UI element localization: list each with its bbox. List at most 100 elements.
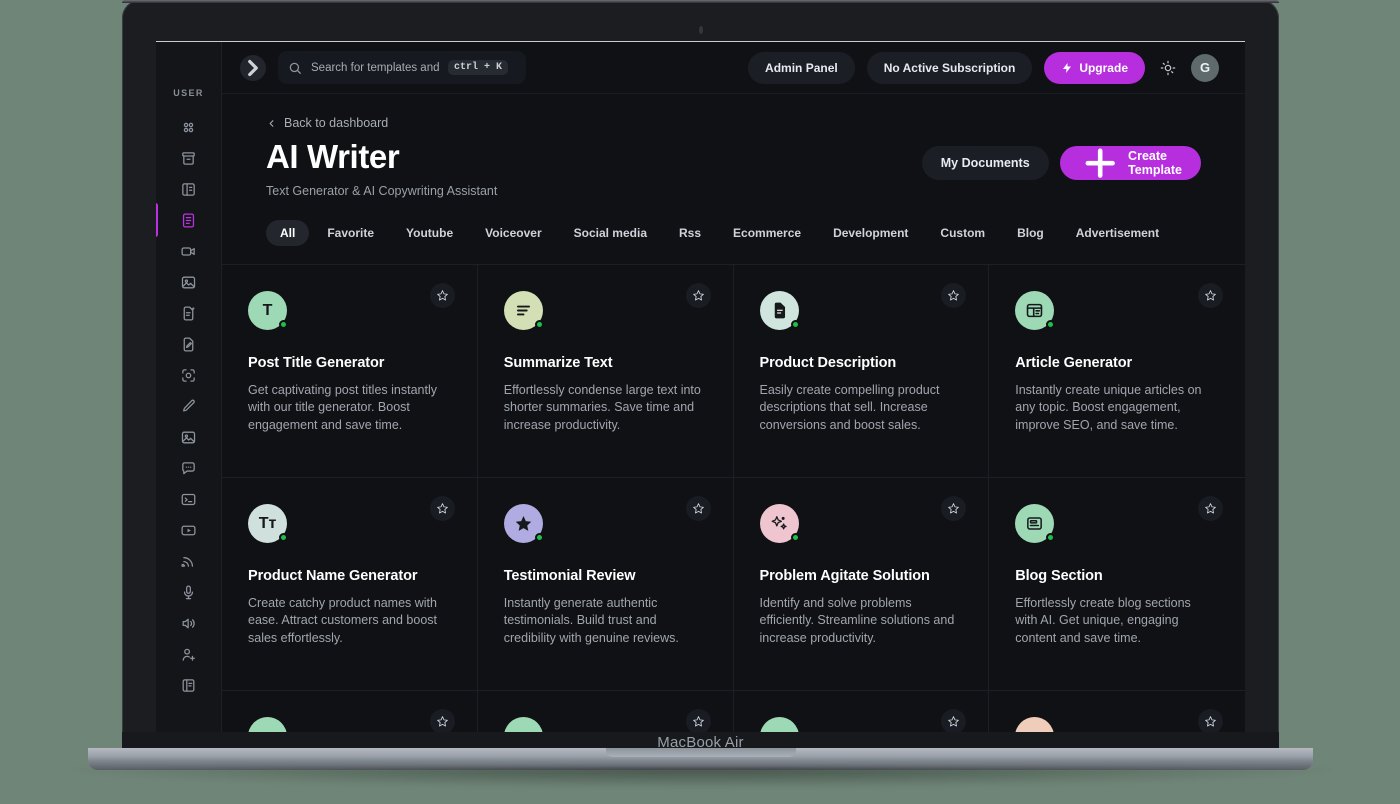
filter-chip-voiceover[interactable]: Voiceover	[471, 220, 555, 246]
sidebar-active-indicator	[156, 203, 158, 237]
admin-panel-button[interactable]: Admin Panel	[748, 51, 855, 84]
panel-layout-icon	[180, 181, 197, 198]
favorite-button[interactable]	[685, 283, 711, 308]
create-template-button[interactable]: Create Template	[1059, 146, 1201, 180]
sidebar-item-rss[interactable]	[172, 546, 206, 576]
template-card[interactable]: Product Description Easily create compell…	[733, 265, 990, 478]
page-subtitle: Text Generator & AI Copywriting Assistan…	[266, 184, 498, 198]
filter-chip-rss[interactable]: Rss	[665, 220, 715, 246]
template-title: Post Title Generator	[248, 355, 385, 371]
sidebar-item-microphone[interactable]	[172, 577, 206, 607]
avatar-glyph: Tт	[258, 514, 277, 532]
pen-edit-icon	[180, 398, 197, 415]
category-filter-bar: All Favorite Youtube Voiceover Social media R…	[222, 220, 1245, 246]
sidebar-item-image[interactable]	[172, 267, 206, 297]
favorite-button[interactable]	[685, 709, 711, 732]
filter-chip-all[interactable]: All	[266, 220, 310, 246]
filter-chip-social-media[interactable]: Social media	[560, 220, 661, 246]
star-outline-icon	[436, 715, 449, 728]
template-card[interactable]: Tт Product Name Generator Create catchy pr…	[222, 478, 478, 691]
theme-toggle-button[interactable]	[1157, 57, 1179, 79]
favorite-button[interactable]	[941, 709, 967, 732]
favorite-button[interactable]	[1198, 709, 1223, 732]
filter-chip-blog[interactable]: Blog	[1003, 220, 1058, 246]
template-title: Blog Section	[1015, 568, 1103, 584]
search-input[interactable]	[311, 61, 439, 74]
sidebar-item-document-text[interactable]	[156, 203, 206, 237]
filter-chip-favorite[interactable]: Favorite	[313, 220, 388, 246]
sidebar-item-scan-focus[interactable]	[172, 360, 206, 390]
filter-chip-advertisement[interactable]: Advertisement	[1062, 220, 1173, 246]
filter-chip-youtube[interactable]: Youtube	[392, 220, 467, 246]
sidebar-item-speaker-volume[interactable]	[172, 608, 206, 638]
search-shortcut-badge: ctrl + K	[448, 60, 509, 75]
status-badge-online	[1046, 320, 1056, 329]
webcam-icon	[698, 26, 703, 34]
favorite-button[interactable]	[429, 709, 455, 732]
sidebar-nav-list	[156, 112, 206, 701]
favorite-button[interactable]	[685, 496, 711, 521]
favorite-button[interactable]	[429, 283, 455, 308]
star-outline-icon	[692, 715, 705, 728]
template-description: Create catchy product names with ease. A…	[248, 596, 437, 645]
template-description: Effortlessly condense large text into sh…	[503, 383, 701, 432]
template-card[interactable]: Problem Agitate Solution Identify and sol…	[733, 478, 990, 691]
template-title: Article Generator	[1015, 355, 1133, 371]
favorite-button[interactable]	[429, 496, 455, 521]
scan-focus-icon	[180, 367, 197, 384]
back-to-dashboard-link[interactable]: Back to dashboard	[266, 116, 1201, 130]
search-box[interactable]: ctrl + K	[278, 51, 526, 84]
star-outline-icon	[1204, 715, 1217, 728]
upgrade-button[interactable]: Upgrade	[1044, 51, 1145, 84]
template-card[interactable]	[222, 691, 478, 732]
status-badge-online	[1046, 533, 1056, 542]
file-sparkle-icon	[180, 305, 197, 322]
template-title: Testimonial Review	[503, 568, 636, 584]
sidebar-item-photo[interactable]	[172, 422, 206, 452]
template-card[interactable]: Summarize Text Effortlessly condense larg…	[477, 265, 734, 478]
favorite-button[interactable]	[1198, 496, 1223, 521]
template-card[interactable]	[989, 691, 1245, 732]
my-documents-button[interactable]: My Documents	[921, 146, 1049, 180]
template-title: Summarize Text	[503, 355, 613, 371]
template-card[interactable]: T Post Title Generator Get captivating pos…	[222, 265, 478, 478]
sidebar-item-file-sparkle[interactable]	[172, 298, 206, 328]
template-card[interactable]: Testimonial Review Instantly generate aut…	[477, 478, 734, 691]
sidebar-item-video-camera[interactable]	[172, 236, 206, 266]
template-card[interactable]	[734, 691, 990, 732]
star-outline-icon	[436, 289, 449, 302]
user-avatar[interactable]: G	[1191, 53, 1219, 82]
template-title: Problem Agitate Solution	[759, 568, 930, 584]
sidebar-item-archive-box[interactable]	[172, 143, 206, 173]
laptop-base-notch	[605, 748, 796, 757]
favorite-button[interactable]	[1198, 283, 1223, 308]
sidebar-item-terminal[interactable]	[172, 484, 206, 514]
favorite-button[interactable]	[941, 283, 967, 308]
filter-chip-development[interactable]: Development	[819, 220, 922, 246]
filter-chip-custom[interactable]: Custom	[926, 220, 999, 246]
file-pen-icon	[180, 336, 197, 353]
sidebar-item-pen-edit[interactable]	[172, 391, 206, 421]
sidebar: USER	[156, 42, 222, 732]
sidebar-item-video-player[interactable]	[172, 515, 206, 545]
sidebar-item-user-plus[interactable]	[172, 639, 206, 669]
template-title: Product Name Generator	[248, 568, 418, 584]
video-player-icon	[180, 522, 197, 539]
template-avatar	[1015, 717, 1055, 732]
bezel-highlight	[122, 0, 1279, 3]
template-card[interactable]: Blog Section Effortlessly create blog sec…	[989, 478, 1245, 691]
sidebar-toggle-button[interactable]	[240, 54, 266, 81]
sidebar-item-file-pen[interactable]	[172, 329, 206, 359]
sidebar-item-panel-layout[interactable]	[172, 174, 206, 204]
sidebar-item-id-card[interactable]	[172, 670, 206, 700]
blog-block-icon	[1025, 514, 1044, 533]
template-card[interactable]	[478, 691, 734, 732]
template-card[interactable]: Article Generator Instantly create unique…	[989, 265, 1245, 478]
chevron-right-icon	[248, 59, 258, 76]
favorite-button[interactable]	[941, 496, 967, 521]
sidebar-item-grid-dashboard[interactable]	[172, 112, 206, 142]
page-header: Back to dashboard AI Writer Text Generat…	[222, 116, 1245, 198]
subscription-status-button[interactable]: No Active Subscription	[866, 51, 1033, 84]
sidebar-item-chat-bubble[interactable]	[172, 453, 206, 483]
filter-chip-ecommerce[interactable]: Ecommerce	[719, 220, 815, 246]
